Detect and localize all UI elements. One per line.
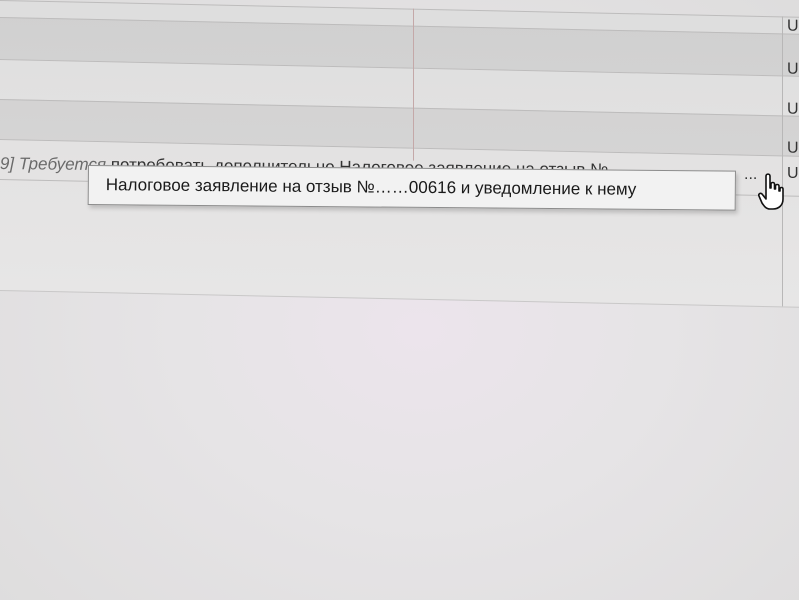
tooltip: Налоговое заявление на отзыв №……00616 и … bbox=[87, 165, 736, 211]
cell-value: U bbox=[787, 60, 799, 78]
tooltip-text: Налоговое заявление на отзыв №……00616 и … bbox=[105, 175, 637, 199]
screen: U U U U 9] Требуется потребовать дополни… bbox=[0, 0, 799, 600]
expand-link[interactable]: ... bbox=[744, 166, 757, 184]
hand-pointer-icon bbox=[758, 173, 784, 210]
cell-value: U bbox=[787, 100, 799, 118]
cell-value: U bbox=[787, 139, 799, 157]
row-status: U bbox=[787, 165, 799, 182]
column-divider bbox=[782, 16, 783, 307]
cell-value: U bbox=[787, 17, 799, 35]
column-divider bbox=[413, 8, 414, 161]
data-grid: U U U U bbox=[0, 0, 799, 308]
